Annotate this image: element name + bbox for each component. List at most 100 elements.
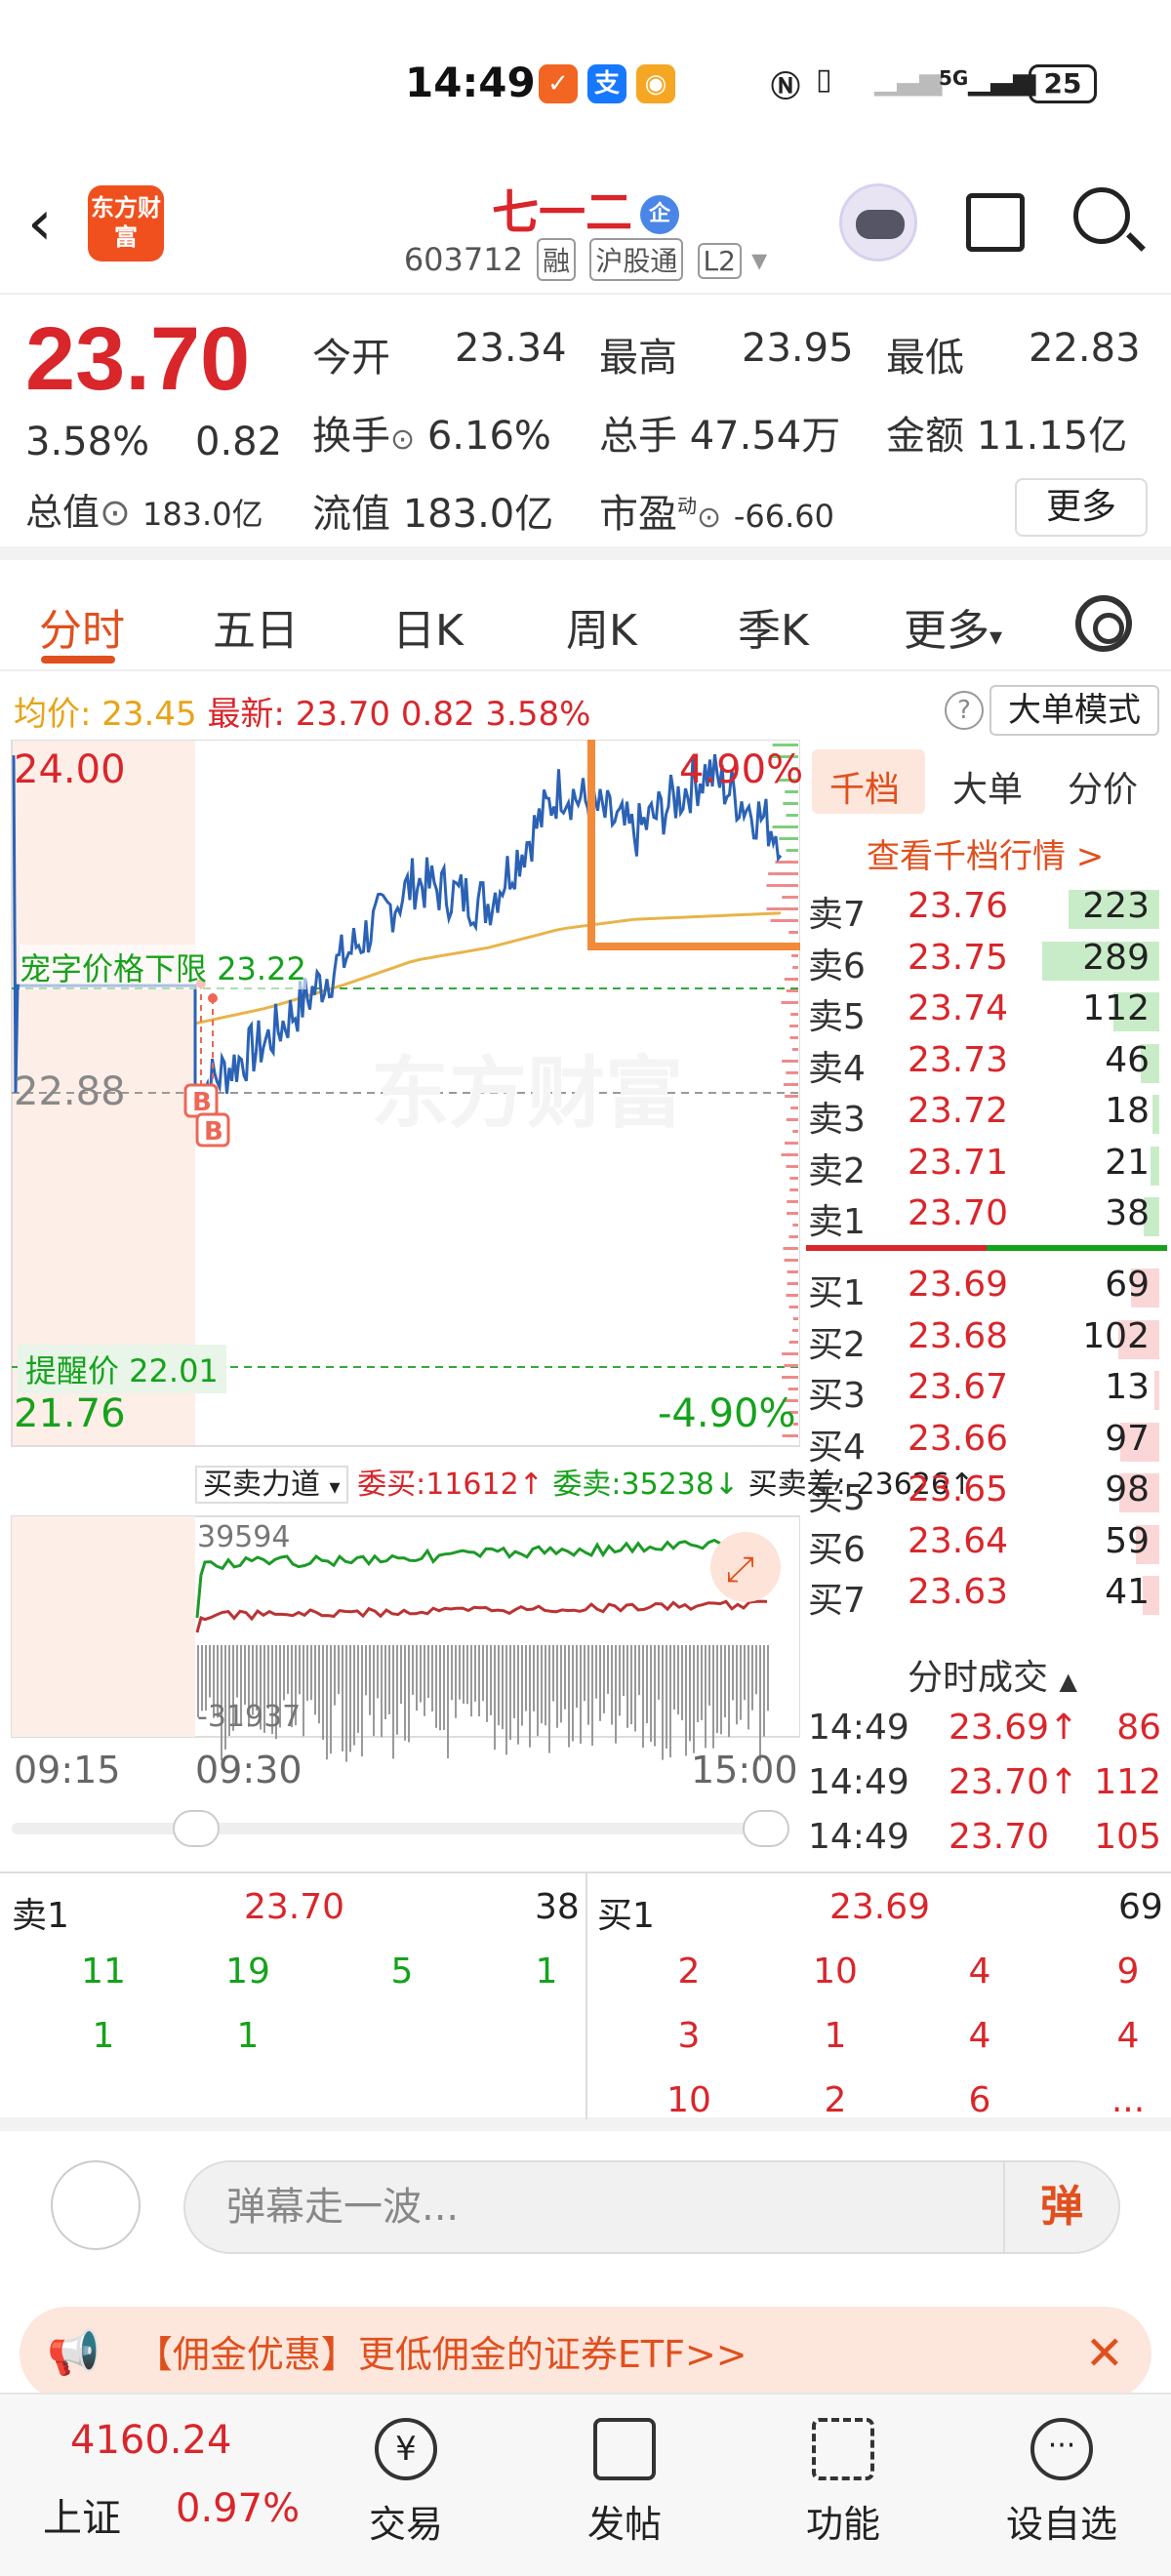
chart-svg: 东方财富 B B ⤢: [11, 726, 816, 1847]
tab-price-split[interactable]: 分价: [1068, 761, 1138, 812]
info-icon[interactable]: ⊙: [697, 501, 721, 535]
volume-profile-bar: [792, 1130, 798, 1133]
queue-sell-cell: 1: [92, 2016, 115, 2056]
y-axis-bottom-pct: -4.90%: [658, 1391, 796, 1436]
indicator-bar: [744, 1645, 746, 1701]
tab-daily-k[interactable]: 日K: [392, 595, 464, 658]
sell-level-label: 卖2: [808, 1150, 866, 1191]
tag-connect: 沪股通: [589, 238, 684, 281]
tab-intraday[interactable]: 分时: [39, 595, 125, 658]
indicator-bar: [342, 1645, 343, 1751]
indicator-bar: [478, 1645, 480, 1716]
indicator-bar: [650, 1645, 652, 1743]
sell-level-price: 23.71: [908, 1142, 1009, 1183]
settings-gear-icon[interactable]: [1075, 595, 1132, 652]
queue-sell-cell: 19: [225, 1952, 270, 1992]
danmu-input[interactable]: 弹幕走一波... 弹: [183, 2160, 1120, 2254]
view-depth-link[interactable]: 查看千档行情 >: [867, 829, 1104, 877]
megaphone-icon: 📢: [47, 2328, 101, 2378]
promo-banner[interactable]: 📢 【佣金优惠】更低佣金的证券ETF>> ✕: [20, 2307, 1151, 2400]
expand-icon-glyph: ⤢: [726, 1550, 754, 1590]
more-button[interactable]: 更多: [1015, 478, 1148, 537]
volume-profile-bar: [790, 1013, 798, 1016]
pe-ratio: 市盈动⊙ -66.60: [599, 482, 834, 539]
tab-five-day[interactable]: 五日: [213, 595, 299, 658]
indicator-bar: [712, 1645, 714, 1749]
search-icon[interactable]: [1073, 187, 1130, 244]
indicator-bar: [759, 1645, 761, 1761]
y-axis-top: 24.00: [14, 747, 126, 792]
indicator-bar: [615, 1645, 617, 1744]
amount: 金额 11.15亿: [886, 404, 1127, 461]
indicator-bar: [334, 1645, 336, 1706]
tab-more[interactable]: 更多▾: [904, 595, 1002, 658]
buy-level-volume: 69: [1105, 1265, 1150, 1305]
nav-post[interactable]: 发帖: [556, 2418, 693, 2548]
latest-pct: 3.58%: [485, 695, 591, 734]
robot-avatar-icon[interactable]: [839, 183, 917, 262]
danmu-settings-icon[interactable]: [51, 2160, 141, 2250]
sell-level-volume: 38: [1105, 1193, 1150, 1233]
index-value[interactable]: 4160.24: [70, 2418, 231, 2463]
stock-name: 七一二: [491, 185, 632, 240]
buy-level-label: 买3: [808, 1376, 866, 1416]
sell-level-label: 卖1: [808, 1202, 866, 1242]
indicator-bar: [244, 1645, 246, 1705]
volume-profile-bar: [792, 1317, 798, 1320]
indicator-bar: [587, 1645, 589, 1725]
buy-level-label: 买5: [808, 1478, 866, 1518]
sell-level-label: 卖5: [808, 997, 866, 1037]
info-icon[interactable]: ⊙: [100, 491, 131, 534]
indicator-bar: [646, 1645, 648, 1724]
more-dots-icon: ···: [1030, 2418, 1093, 2480]
low-label: 最低: [886, 336, 964, 381]
indicator-select[interactable]: 买卖力道 ▾: [195, 1466, 348, 1504]
indicator-bar: [541, 1645, 543, 1724]
indicator-bar: [560, 1645, 562, 1723]
share-icon[interactable]: [966, 193, 1025, 252]
tab-quarterly-k[interactable]: 季K: [738, 595, 809, 658]
big-order-mode-button[interactable]: 大单模式: [989, 685, 1159, 736]
indicator-bar: [533, 1645, 535, 1711]
indicator-bar: [396, 1645, 398, 1735]
info-icon[interactable]: ⊙: [390, 423, 415, 457]
y-axis-top-pct: 4.90%: [679, 747, 804, 792]
tab-big-orders[interactable]: 大单: [952, 761, 1023, 812]
amount-value: 11.15亿: [976, 414, 1128, 459]
sell-level-volume: 21: [1105, 1142, 1150, 1183]
intraday-chart[interactable]: 东方财富 B B ⤢ 24.00 4.90% 22.88 21.76 -4.90…: [0, 726, 974, 1872]
queue-buy-cell: ...: [1110, 2080, 1146, 2120]
high-value: 23.95: [742, 326, 854, 371]
nav-add-watchlist[interactable]: ··· 设自选: [993, 2418, 1130, 2548]
indicator-bar: [318, 1645, 320, 1724]
sell-level-price: 23.73: [908, 1039, 1009, 1080]
buy-level-volume: 41: [1105, 1572, 1150, 1612]
indicator-bar: [283, 1645, 285, 1701]
tab-depth[interactable]: 千档: [829, 761, 900, 812]
close-icon[interactable]: ✕: [1085, 2307, 1124, 2400]
queue-buy-cell: 4: [1116, 2016, 1140, 2056]
float-cap: 流值 183.0亿: [312, 482, 553, 539]
nav-functions[interactable]: 功能: [775, 2418, 911, 2548]
volume-profile-bar: [789, 1025, 798, 1027]
indicator-bar: [447, 1645, 449, 1759]
entrust-sell: 委卖:35238↓: [552, 1468, 740, 1502]
range-handle-right[interactable]: [743, 1810, 789, 1847]
queue-sell-price: 23.70: [244, 1887, 345, 1927]
range-handle-left[interactable]: [173, 1810, 220, 1847]
tab-weekly-k[interactable]: 周K: [566, 595, 637, 658]
avg-label: 均价:: [14, 695, 92, 734]
indicator-bar: [431, 1645, 433, 1711]
indicator-bar: [740, 1645, 742, 1720]
volume-profile-bar: [772, 825, 798, 828]
ticks-title[interactable]: 分时成交 ▲: [908, 1649, 1077, 1700]
tag-level2: L2: [697, 243, 742, 279]
enterprise-badge: 企: [640, 195, 679, 234]
danmu-send-button[interactable]: 弹: [1003, 2162, 1118, 2252]
help-icon[interactable]: ?: [945, 691, 984, 730]
y-axis-ref: 22.88: [14, 1069, 126, 1114]
indicator-bar: [314, 1645, 316, 1715]
volume-profile-bar: [792, 966, 798, 969]
sell-level-label: 卖7: [808, 895, 866, 935]
nav-trade[interactable]: ¥ 交易: [338, 2418, 474, 2548]
